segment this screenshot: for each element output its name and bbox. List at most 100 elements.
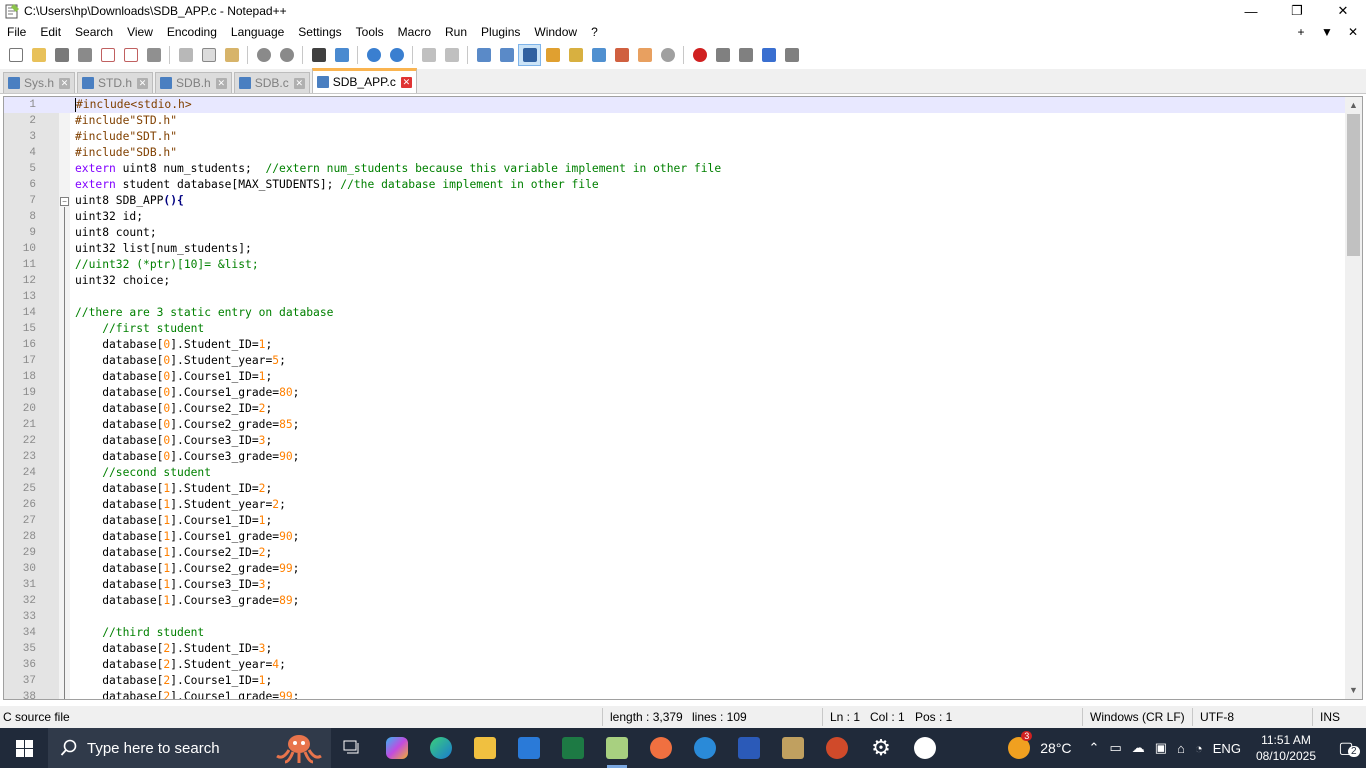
language-indicator[interactable]: ENG <box>1213 741 1241 756</box>
menu-encoding[interactable]: Encoding <box>160 22 224 43</box>
menu-tools[interactable]: Tools <box>349 22 391 43</box>
close-document-button[interactable]: ✕ <box>1340 22 1366 43</box>
display-icon[interactable]: ▣ <box>1155 740 1167 756</box>
close-tab-icon[interactable]: ✕ <box>293 77 305 89</box>
code-line[interactable]: 3 #include"SDT.h" <box>4 129 1346 145</box>
open-file-button[interactable] <box>27 44 50 66</box>
paste-button[interactable] <box>220 44 243 66</box>
status-encoding[interactable]: UTF-8 <box>1200 710 1234 724</box>
vscode-app[interactable] <box>683 728 727 768</box>
save-button[interactable] <box>50 44 73 66</box>
meet-icon[interactable]: ▭ <box>1109 740 1121 756</box>
cloud-icon[interactable]: ☁ <box>1132 740 1145 756</box>
mail-app[interactable] <box>507 728 551 768</box>
undo-button[interactable] <box>252 44 275 66</box>
code-line[interactable]: 36 database[2].Student_year=4; <box>4 657 1346 673</box>
copilot-app[interactable] <box>375 728 419 768</box>
settings-app[interactable]: ⚙ <box>859 728 903 768</box>
excel-app[interactable] <box>551 728 595 768</box>
doc-map-button[interactable] <box>564 44 587 66</box>
code-line[interactable]: 35 database[2].Student_ID=3; <box>4 641 1346 657</box>
macro-run-multiple-button[interactable] <box>757 44 780 66</box>
start-button[interactable] <box>0 728 48 768</box>
code-line[interactable]: 21 database[0].Course2_grade=85; <box>4 417 1346 433</box>
menu-plugins[interactable]: Plugins <box>474 22 527 43</box>
code-line[interactable]: 28 database[1].Course1_grade=90; <box>4 529 1346 545</box>
code-line[interactable]: 8 uint32 id; <box>4 209 1346 225</box>
new-file-button[interactable] <box>4 44 27 66</box>
menu-run[interactable]: Run <box>438 22 474 43</box>
save-all-button[interactable] <box>73 44 96 66</box>
code-line[interactable]: 7 uint8 SDB_APP(){ <box>4 193 1346 209</box>
code-line[interactable]: 34 //third student <box>4 625 1346 641</box>
code-line[interactable]: 30 database[1].Course2_grade=99; <box>4 561 1346 577</box>
menu-language[interactable]: Language <box>224 22 291 43</box>
photos-app[interactable] <box>903 728 947 768</box>
powerpoint-app[interactable] <box>815 728 859 768</box>
doc-list-button[interactable] <box>587 44 610 66</box>
chevron-up-icon[interactable]: ⌃ <box>1089 740 1100 756</box>
close-window-button[interactable]: ✕ <box>1320 0 1366 22</box>
function-list-button[interactable] <box>610 44 633 66</box>
redo-button[interactable] <box>275 44 298 66</box>
code-editor[interactable]: − 1 #include<stdio.h> 2 #include"STD.h" 3 #in… <box>3 96 1363 700</box>
menu-file[interactable]: File <box>0 22 33 43</box>
scroll-up-icon[interactable]: ▲ <box>1345 97 1362 114</box>
code-line[interactable]: 23 database[0].Course3_grade=90; <box>4 449 1346 465</box>
menu-macro[interactable]: Macro <box>391 22 438 43</box>
code-line[interactable]: 1 #include<stdio.h> <box>4 97 1346 113</box>
code-line[interactable]: 24 //second student <box>4 465 1346 481</box>
macro-play-button[interactable] <box>734 44 757 66</box>
tab-sdb-c[interactable]: SDB.c ✕ <box>233 72 310 93</box>
macro-save-button[interactable] <box>780 44 803 66</box>
new-tab-button[interactable]: + <box>1288 22 1314 43</box>
clock[interactable]: 11:51 AM 08/10/2025 <box>1256 732 1316 764</box>
code-line[interactable]: 27 database[1].Course1_ID=1; <box>4 513 1346 529</box>
edge-app[interactable] <box>419 728 463 768</box>
code-line[interactable]: 33 <box>4 609 1346 625</box>
tab-sys-h[interactable]: Sys.h ✕ <box>3 72 76 93</box>
task-view-button[interactable] <box>331 728 375 768</box>
scrollbar-thumb[interactable] <box>1347 114 1360 256</box>
udl-button[interactable] <box>541 44 564 66</box>
folder-workspace-button[interactable] <box>633 44 656 66</box>
monitoring-button[interactable] <box>656 44 679 66</box>
tab-sdb-app-c[interactable]: SDB_APP.c ✕ <box>311 68 417 93</box>
taskbar-search-box[interactable]: Type here to search <box>48 728 331 768</box>
weather-widget[interactable]: 3 28°C <box>1008 731 1072 759</box>
code-line[interactable]: 37 database[2].Course1_ID=1; <box>4 673 1346 689</box>
macro-stop-button[interactable] <box>711 44 734 66</box>
code-line[interactable]: 12 uint32 choice; <box>4 273 1346 289</box>
tab-std-h[interactable]: STD.h ✕ <box>77 72 154 93</box>
macro-record-button[interactable] <box>688 44 711 66</box>
paint-app[interactable] <box>639 728 683 768</box>
sync-horizontal-button[interactable] <box>440 44 463 66</box>
close-tab-icon[interactable]: ✕ <box>59 77 71 89</box>
find-button[interactable] <box>307 44 330 66</box>
code-line[interactable]: 20 database[0].Course2_ID=2; <box>4 401 1346 417</box>
code-line[interactable]: 26 database[1].Student_year=2; <box>4 497 1346 513</box>
vertical-scrollbar[interactable]: ▲ ▼ <box>1345 97 1362 699</box>
code-line[interactable]: 38 database[2].Course1_grade=99; <box>4 689 1346 699</box>
menu-view[interactable]: View <box>120 22 160 43</box>
replace-button[interactable] <box>330 44 353 66</box>
close-tab-icon[interactable]: ✕ <box>400 76 412 88</box>
word-wrap-button[interactable] <box>472 44 495 66</box>
tab-list-button[interactable]: ▼ <box>1314 22 1340 43</box>
code-line[interactable]: 18 database[0].Course1_ID=1; <box>4 369 1346 385</box>
restore-button[interactable]: ❐ <box>1274 0 1320 22</box>
code-line[interactable]: 31 database[1].Course3_ID=3; <box>4 577 1346 593</box>
zoom-out-button[interactable] <box>385 44 408 66</box>
close-tab-icon[interactable]: ✕ <box>137 77 149 89</box>
menu-edit[interactable]: Edit <box>33 22 68 43</box>
close-all-button[interactable] <box>119 44 142 66</box>
code-line[interactable]: 25 database[1].Student_ID=2; <box>4 481 1346 497</box>
word-app[interactable] <box>727 728 771 768</box>
scroll-down-icon[interactable]: ▼ <box>1345 682 1362 699</box>
close-button[interactable] <box>96 44 119 66</box>
menu-help[interactable]: ? <box>584 22 605 43</box>
menu-window[interactable]: Window <box>527 22 584 43</box>
code-line[interactable]: 16 database[0].Student_ID=1; <box>4 337 1346 353</box>
code-line[interactable]: 14 //there are 3 static entry on database <box>4 305 1346 321</box>
code-line[interactable]: 32 database[1].Course3_grade=89; <box>4 593 1346 609</box>
